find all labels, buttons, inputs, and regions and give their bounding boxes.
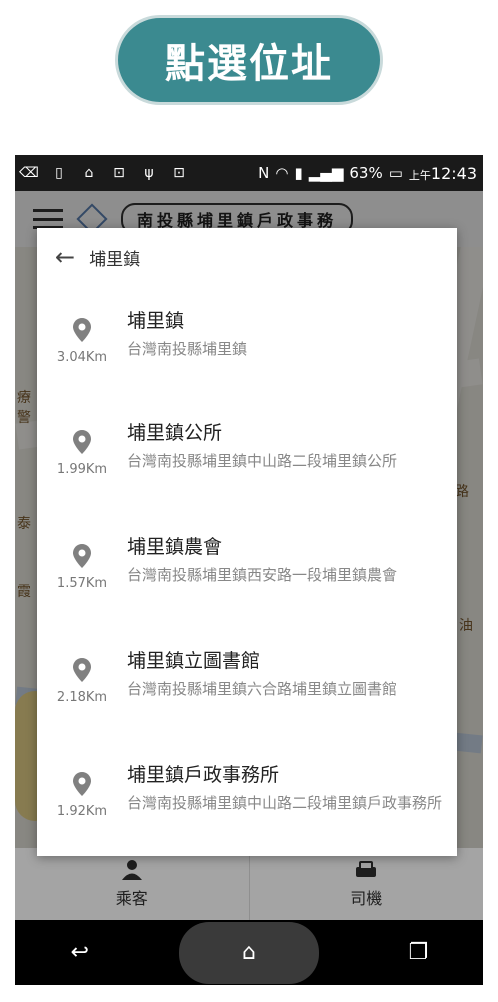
back-key-icon: ⌫ bbox=[19, 165, 39, 181]
map-pin-icon bbox=[73, 430, 91, 454]
result-distance: 2.18Km bbox=[56, 690, 108, 705]
back-arrow-icon[interactable]: ← bbox=[55, 245, 75, 269]
result-text: 埔里鎮 台灣南投縣埔里鎮 bbox=[127, 306, 457, 418]
result-distance: 3.04Km bbox=[56, 350, 108, 365]
map-pin-icon bbox=[73, 658, 91, 682]
nfc-icon: N bbox=[258, 164, 270, 182]
map-pin-icon bbox=[73, 544, 91, 568]
list-item[interactable]: 1.57Km 埔里鎮農會 台灣南投縣埔里鎮西安路一段埔里鎮農會 bbox=[37, 532, 457, 644]
result-address: 台灣南投縣埔里鎮中山路二段埔里鎮公所 bbox=[127, 452, 398, 470]
battery-icon: ▭ bbox=[388, 164, 403, 182]
result-text: 埔里鎮農會 台灣南投縣埔里鎮西安路一段埔里鎮農會 bbox=[127, 532, 457, 644]
result-distance: 1.57Km bbox=[56, 576, 108, 591]
result-address: 台灣南投縣埔里鎮六合路埔里鎮立圖書館 bbox=[127, 680, 398, 698]
status-bar: ⌫ ▯ ⌂ ⊡ ψ ⊡ N ◠ ▮ ▂▄▆ 63% ▭ 上午12:43 bbox=[15, 155, 483, 191]
result-distance: 1.92Km bbox=[56, 804, 108, 819]
home-icon: ⌂ bbox=[242, 940, 256, 965]
status-right: N ◠ ▮ ▂▄▆ 63% ▭ 上午12:43 bbox=[258, 164, 477, 183]
phone-outline-icon: ▯ bbox=[55, 165, 63, 181]
result-left: 1.92Km bbox=[37, 760, 127, 872]
result-name: 埔里鎮 bbox=[127, 310, 185, 332]
clock: 上午12:43 bbox=[409, 164, 477, 183]
clock-prefix: 上午 bbox=[408, 168, 431, 182]
map-pin-icon bbox=[73, 318, 91, 342]
dialog-header: ← 埔里鎮 bbox=[37, 228, 457, 286]
result-left: 2.18Km bbox=[37, 646, 127, 758]
tab-passenger-label: 乘客 bbox=[115, 889, 148, 908]
list-item[interactable]: 1.92Km 埔里鎮戶政事務所 台灣南投縣埔里鎮中山路二段埔里鎮戶政事務所 bbox=[37, 760, 457, 872]
list-item[interactable]: 1.99Km 埔里鎮公所 台灣南投縣埔里鎮中山路二段埔里鎮公所 bbox=[37, 418, 457, 530]
clock-time: 12:43 bbox=[430, 163, 477, 183]
code-icon-2: ⊡ bbox=[173, 165, 185, 181]
usb-icon: ψ bbox=[144, 165, 154, 181]
result-name: 埔里鎮公所 bbox=[127, 422, 223, 444]
tab-driver-label: 司機 bbox=[350, 889, 383, 908]
result-distance: 1.99Km bbox=[56, 462, 108, 477]
nav-home-button[interactable]: ⌂ bbox=[178, 921, 319, 984]
back-icon: ↩ bbox=[70, 940, 89, 965]
search-results-dialog: ← 埔里鎮 3.04Km 埔里鎮 台灣南投縣埔里鎮 1.99Km 埔里鎮公所 台… bbox=[37, 228, 457, 856]
wifi-icon: ◠ bbox=[275, 164, 289, 182]
banner-title: 點選位址 bbox=[115, 15, 383, 105]
recents-icon: ❐ bbox=[408, 940, 429, 965]
list-item[interactable]: 3.04Km 埔里鎮 台灣南投縣埔里鎮 bbox=[37, 306, 457, 418]
battery-percent: 63% bbox=[349, 164, 383, 182]
result-left: 1.99Km bbox=[37, 418, 127, 530]
signal-icon: ▂▄▆ bbox=[308, 164, 344, 182]
result-name: 埔里鎮立圖書館 bbox=[127, 650, 261, 672]
result-left: 3.04Km bbox=[37, 306, 127, 418]
result-name: 埔里鎮農會 bbox=[127, 536, 223, 558]
result-name: 埔里鎮戶政事務所 bbox=[127, 764, 280, 786]
result-address: 台灣南投縣埔里鎮西安路一段埔里鎮農會 bbox=[127, 566, 398, 584]
result-text: 埔里鎮戶政事務所 台灣南投縣埔里鎮中山路二段埔里鎮戶政事務所 bbox=[127, 760, 457, 872]
system-nav-bar: ↩ ⌂ ❐ bbox=[15, 920, 483, 985]
nav-back-button[interactable]: ↩ bbox=[50, 928, 110, 978]
result-address: 台灣南投縣埔里鎮 bbox=[127, 340, 248, 358]
sim-icon: ▮ bbox=[294, 164, 303, 182]
home-location-icon: ⌂ bbox=[84, 165, 94, 181]
result-text: 埔里鎮立圖書館 台灣南投縣埔里鎮六合路埔里鎮立圖書館 bbox=[127, 646, 457, 758]
list-item[interactable]: 2.18Km 埔里鎮立圖書館 台灣南投縣埔里鎮六合路埔里鎮立圖書館 bbox=[37, 646, 457, 758]
dialog-title: 埔里鎮 bbox=[89, 249, 141, 270]
map-pin-icon bbox=[73, 772, 91, 796]
result-left: 1.57Km bbox=[37, 532, 127, 644]
notification-icons: ⌫ ▯ ⌂ ⊡ ψ ⊡ bbox=[19, 165, 258, 181]
result-text: 埔里鎮公所 台灣南投縣埔里鎮中山路二段埔里鎮公所 bbox=[127, 418, 457, 530]
nav-recents-button[interactable]: ❐ bbox=[388, 928, 448, 978]
screenshot-stage: 點選位址 ⌫ ▯ ⌂ ⊡ ψ ⊡ N ◠ ▮ ▂▄▆ 63% ▭ 上午12:43 bbox=[0, 0, 498, 1002]
result-address: 台灣南投縣埔里鎮中山路二段埔里鎮戶政事務所 bbox=[127, 794, 443, 812]
code-icon: ⊡ bbox=[113, 165, 125, 181]
